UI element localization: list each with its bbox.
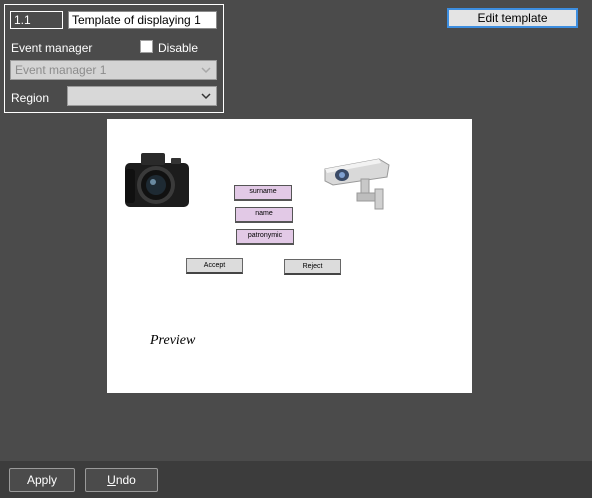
- surname-field: surname: [234, 185, 292, 201]
- template-settings-panel: 1.1 Template of displaying 1 Event manag…: [4, 4, 224, 113]
- undo-button[interactable]: Undo: [85, 468, 158, 492]
- chevron-down-icon: [201, 67, 211, 74]
- event-manager-select[interactable]: Event manager 1: [10, 60, 217, 80]
- undo-mnemonic: U: [107, 473, 116, 487]
- accept-button: Accept: [186, 258, 243, 274]
- template-editor-window: 1.1 Template of displaying 1 Event manag…: [0, 0, 592, 498]
- reject-button: Reject: [284, 259, 341, 275]
- bottom-toolbar: Apply Undo: [0, 461, 592, 498]
- event-manager-label: Event manager: [11, 41, 93, 55]
- patronymic-field: patronymic: [236, 229, 294, 245]
- template-id-field[interactable]: 1.1: [10, 11, 63, 29]
- undo-label-rest: ndo: [115, 473, 136, 487]
- disable-checkbox[interactable]: [140, 40, 153, 53]
- template-name-field[interactable]: Template of displaying 1: [68, 11, 217, 29]
- cctv-camera-icon: [324, 158, 390, 210]
- camera-icon: [125, 153, 189, 207]
- apply-button[interactable]: Apply: [9, 468, 75, 492]
- name-field: name: [235, 207, 293, 223]
- region-select[interactable]: [67, 86, 217, 106]
- disable-label[interactable]: Disable: [158, 41, 198, 55]
- preview-label: Preview: [150, 333, 196, 348]
- event-manager-select-value: Event manager 1: [15, 63, 107, 77]
- edit-template-button[interactable]: Edit template: [447, 8, 578, 28]
- template-preview-canvas: surname name patronymic Accept Reject Pr…: [107, 119, 472, 393]
- region-label: Region: [11, 91, 50, 105]
- chevron-down-icon: [201, 93, 211, 100]
